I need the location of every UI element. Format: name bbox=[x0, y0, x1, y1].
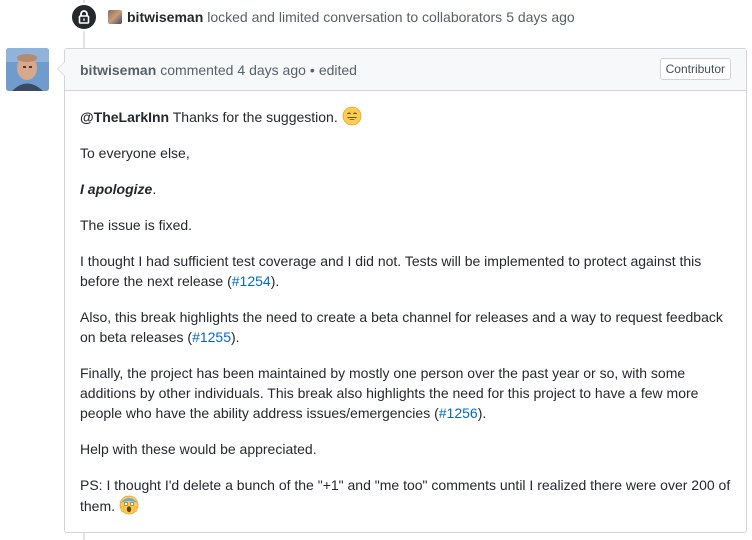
separator-dot: • bbox=[309, 61, 315, 78]
contributor-badge: Contributor bbox=[659, 58, 731, 80]
event-time[interactable]: 5 days ago bbox=[506, 9, 575, 25]
paragraph-text: ). bbox=[270, 273, 280, 289]
paragraph-text: Thanks for the suggestion. bbox=[169, 109, 342, 125]
issue-link-1256[interactable]: #1256 bbox=[439, 405, 478, 421]
paragraph: The issue is fixed. bbox=[80, 217, 193, 233]
scream-emoji-icon bbox=[119, 495, 139, 515]
comment-author-link[interactable]: bitwiseman bbox=[80, 62, 156, 78]
paragraph-text: Also, this break highlights the need to … bbox=[80, 309, 723, 345]
paragraph: Help with these would be appreciated. bbox=[80, 441, 317, 457]
event-action-text: locked and limited conversation to colla… bbox=[207, 9, 503, 25]
comment-body: @TheLarkInn Thanks for the suggestion. T… bbox=[65, 91, 746, 516]
paragraph: I thought I had sufficient test coverage… bbox=[80, 251, 731, 291]
event-text: bitwiseman locked and limited conversati… bbox=[108, 9, 575, 25]
paragraph: PS: I thought I'd delete a bunch of the … bbox=[80, 475, 731, 516]
paragraph-text: Finally, the project has been maintained… bbox=[80, 365, 699, 421]
paragraph: @TheLarkInn Thanks for the suggestion. bbox=[80, 106, 731, 127]
author-avatar[interactable] bbox=[6, 48, 49, 91]
issue-link-1255[interactable]: #1255 bbox=[192, 329, 231, 345]
paragraph: Also, this break highlights the need to … bbox=[80, 307, 731, 347]
issue-link-1254[interactable]: #1254 bbox=[232, 273, 271, 289]
paragraph-text: . bbox=[152, 181, 157, 197]
paragraph: I apologize. bbox=[80, 179, 731, 199]
paragraph-text: PS: I thought I'd delete a bunch of the … bbox=[80, 477, 731, 514]
paragraph-text: ). bbox=[477, 405, 487, 421]
paragraph-text: I thought I had sufficient test coverage… bbox=[80, 253, 702, 289]
emphasis-text: I apologize bbox=[80, 181, 153, 197]
user-mention[interactable]: @TheLarkInn bbox=[80, 109, 169, 125]
smile-emoji-icon bbox=[342, 106, 362, 126]
comment-box: bitwiseman commented 4 days ago • edited… bbox=[57, 48, 747, 533]
lock-icon bbox=[70, 3, 98, 31]
event-actor-avatar[interactable] bbox=[108, 10, 122, 24]
paragraph: Finally, the project has been maintained… bbox=[80, 363, 731, 423]
comment-time-link[interactable]: 4 days ago bbox=[237, 62, 306, 78]
edited-dropdown[interactable]: edited bbox=[319, 62, 357, 78]
comment-header: bitwiseman commented 4 days ago • edited… bbox=[65, 49, 746, 91]
paragraph-text: ). bbox=[231, 329, 240, 345]
event-actor-link[interactable]: bitwiseman bbox=[127, 9, 203, 25]
comment-action-text: commented bbox=[160, 61, 234, 78]
paragraph: To everyone else, bbox=[80, 145, 190, 161]
lock-event: bitwiseman locked and limited conversati… bbox=[70, 3, 575, 31]
